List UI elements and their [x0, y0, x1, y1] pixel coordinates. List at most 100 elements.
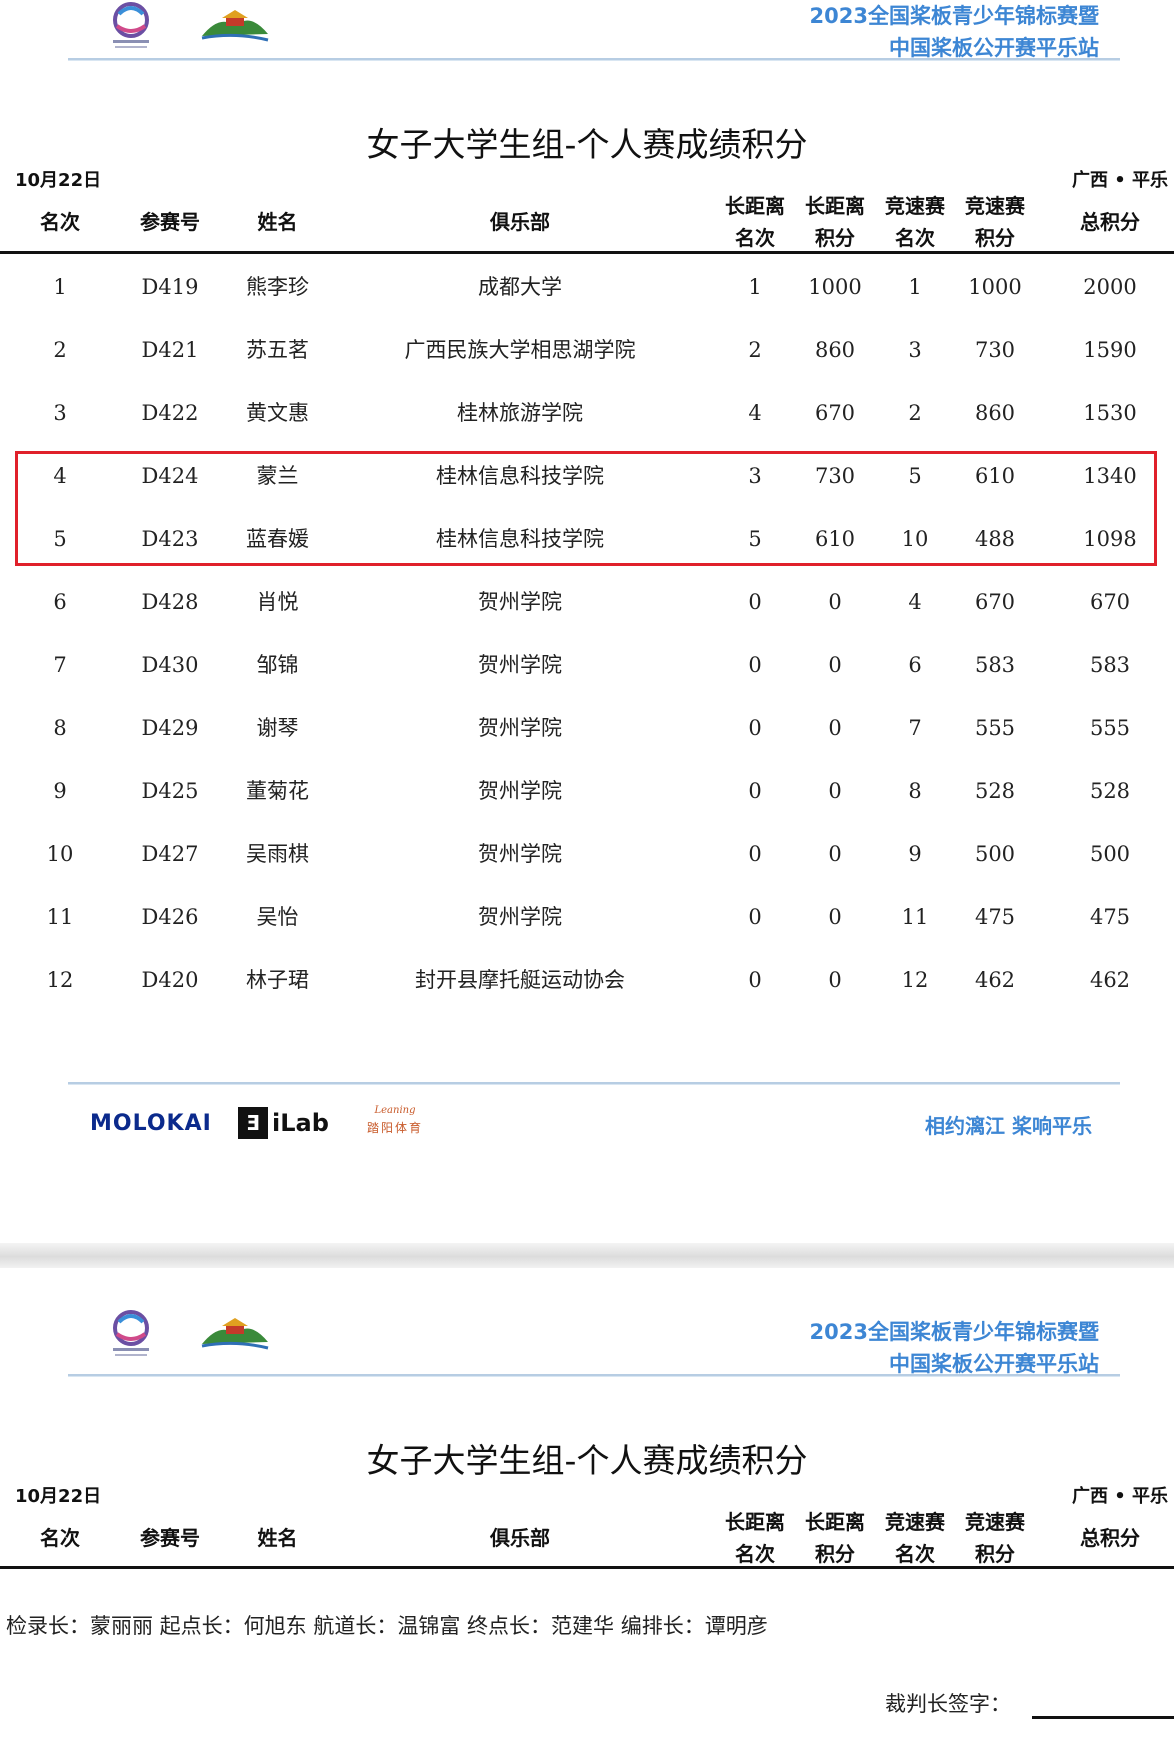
name-cell: 谢琴	[256, 716, 299, 740]
bib-cell: D427	[141, 842, 199, 866]
rank-cell: 10	[46, 842, 74, 866]
header-total: 总积分	[1080, 1526, 1140, 1550]
slogan: 相约漓江 桨响平乐	[925, 1114, 1092, 1138]
ilab-mark-icon: Ǝ	[238, 1107, 268, 1139]
long-points-cell: 0	[828, 590, 842, 614]
total-cell: 2000	[1083, 275, 1137, 299]
table-row: 8 D429 谢琴 贺州学院 0 0 7 555 555	[0, 697, 1174, 760]
long-points-cell: 0	[828, 653, 842, 677]
results-page-2: 2023全国桨板青少年锦标赛暨 中国桨板公开赛平乐站 女子大学生组-个人赛成绩积…	[0, 1268, 1174, 1745]
long-rank-cell: 0	[748, 905, 762, 929]
header-name: 姓名	[257, 1526, 298, 1550]
sprint-rank-cell: 6	[908, 653, 922, 677]
long-rank-cell: 0	[748, 653, 762, 677]
rank-cell: 12	[46, 968, 74, 992]
table-row: 3 D422 黄文惠 桂林旅游学院 4 670 2 860 1530	[0, 382, 1174, 445]
bib-cell: D429	[141, 716, 199, 740]
header-sprint-points: 竞速赛 积分	[965, 194, 1025, 250]
total-cell: 462	[1089, 968, 1131, 992]
long-rank-cell: 0	[748, 842, 762, 866]
long-points-cell: 0	[828, 905, 842, 929]
long-rank-cell: 1	[748, 275, 762, 299]
table-row: 9 D425 董菊花 贺州学院 0 0 8 528 528	[0, 760, 1174, 823]
sprint-rank-cell: 8	[908, 779, 922, 803]
highlight-box	[15, 451, 1157, 566]
club-cell: 贺州学院	[478, 779, 562, 803]
sprint-rank-cell: 12	[901, 968, 929, 992]
rank-cell: 8	[53, 716, 67, 740]
pingle-mountain-logo-icon	[201, 10, 269, 42]
sprint-points-cell: 462	[974, 968, 1016, 992]
bib-cell: D425	[141, 779, 199, 803]
header-long-points: 长距离 积分	[805, 1510, 865, 1566]
event-title-line1: 2023全国桨板青少年锦标赛暨	[809, 1320, 1099, 1344]
header-sprint-rank: 竞速赛 名次	[885, 1510, 945, 1566]
club-cell: 贺州学院	[478, 590, 562, 614]
rank-cell: 1	[53, 275, 67, 299]
club-cell: 贺州学院	[478, 716, 562, 740]
sponsor-logos: MOLOKAI Ǝ iLab Leaning 踏阳体育	[90, 1105, 450, 1145]
bib-cell: D426	[141, 905, 199, 929]
organizer-logos	[105, 1308, 269, 1364]
name-cell: 吴怡	[256, 905, 299, 929]
total-cell: 475	[1089, 905, 1131, 929]
sprint-points-cell: 860	[974, 401, 1016, 425]
long-points-cell: 0	[828, 716, 842, 740]
rank-cell: 3	[53, 401, 67, 425]
table-row: 12 D420 林子珺 封开县摩托艇运动协会 0 0 12 462 462	[0, 949, 1174, 1012]
taiyang-sports-logo: Leaning 踏阳体育	[360, 1105, 430, 1145]
sprint-points-cell: 555	[974, 716, 1016, 740]
sprint-points-cell: 1000	[968, 275, 1022, 299]
sprint-rank-cell: 3	[908, 338, 922, 362]
long-rank-cell: 2	[748, 338, 762, 362]
sprint-points-cell: 583	[974, 653, 1016, 677]
long-rank-cell: 0	[748, 779, 762, 803]
table-row: 1 D419 熊李珍 成都大学 1 1000 1 1000 2000	[0, 256, 1174, 319]
name-cell: 吴雨棋	[246, 842, 309, 866]
table-header-rule	[0, 251, 1174, 254]
bib-cell: D422	[141, 401, 199, 425]
header-long-points: 长距离 积分	[805, 194, 865, 250]
name-cell: 熊李珍	[246, 275, 309, 299]
report-title: 女子大学生组-个人赛成绩积分	[366, 1441, 808, 1480]
footer-divider	[68, 1082, 1120, 1085]
sprint-points-cell: 475	[974, 905, 1016, 929]
name-cell: 董菊花	[246, 779, 309, 803]
long-rank-cell: 4	[748, 401, 762, 425]
sprint-rank-cell: 4	[908, 590, 922, 614]
long-points-cell: 0	[828, 842, 842, 866]
header-club: 俱乐部	[490, 1526, 550, 1550]
name-cell: 肖悦	[256, 590, 299, 614]
ilab-wordmark: iLab	[272, 1109, 329, 1137]
total-cell: 555	[1089, 716, 1131, 740]
organizer-logos	[105, 0, 269, 56]
rank-cell: 6	[53, 590, 67, 614]
table-row: 7 D430 邹锦 贺州学院 0 0 6 583 583	[0, 634, 1174, 697]
sprint-rank-cell: 1	[908, 275, 922, 299]
long-rank-cell: 0	[748, 716, 762, 740]
header-divider	[68, 1374, 1120, 1377]
total-cell: 500	[1089, 842, 1131, 866]
header-club: 俱乐部	[490, 210, 550, 234]
table-row: 6 D428 肖悦 贺州学院 0 0 4 670 670	[0, 571, 1174, 634]
header-bib: 参赛号	[140, 1526, 200, 1550]
long-points-cell: 860	[814, 338, 856, 362]
club-cell: 成都大学	[478, 275, 562, 299]
report-title: 女子大学生组-个人赛成绩积分	[366, 125, 808, 164]
signature-label: 裁判长签字：	[885, 1692, 1011, 1716]
name-cell: 邹锦	[256, 653, 299, 677]
header-bib: 参赛号	[140, 210, 200, 234]
sprint-rank-cell: 2	[908, 401, 922, 425]
sprint-points-cell: 528	[974, 779, 1016, 803]
table-row: 2 D421 苏五茗 广西民族大学相思湖学院 2 860 3 730 1590	[0, 319, 1174, 382]
officials-list: 检录长：蒙丽丽 起点长：何旭东 航道长：温锦富 终点长：范建华 编排长：谭明彦	[6, 1614, 768, 1638]
club-cell: 贺州学院	[478, 842, 562, 866]
club-cell: 贺州学院	[478, 905, 562, 929]
report-place: 广西 • 平乐	[1072, 1486, 1169, 1507]
header-divider	[68, 58, 1120, 61]
rank-cell: 9	[53, 779, 67, 803]
taiyang-cn: 踏阳体育	[366, 1121, 423, 1135]
sprint-points-cell: 500	[974, 842, 1016, 866]
molokai-logo: MOLOKAI	[90, 1111, 212, 1136]
signature-line	[1032, 1716, 1174, 1719]
